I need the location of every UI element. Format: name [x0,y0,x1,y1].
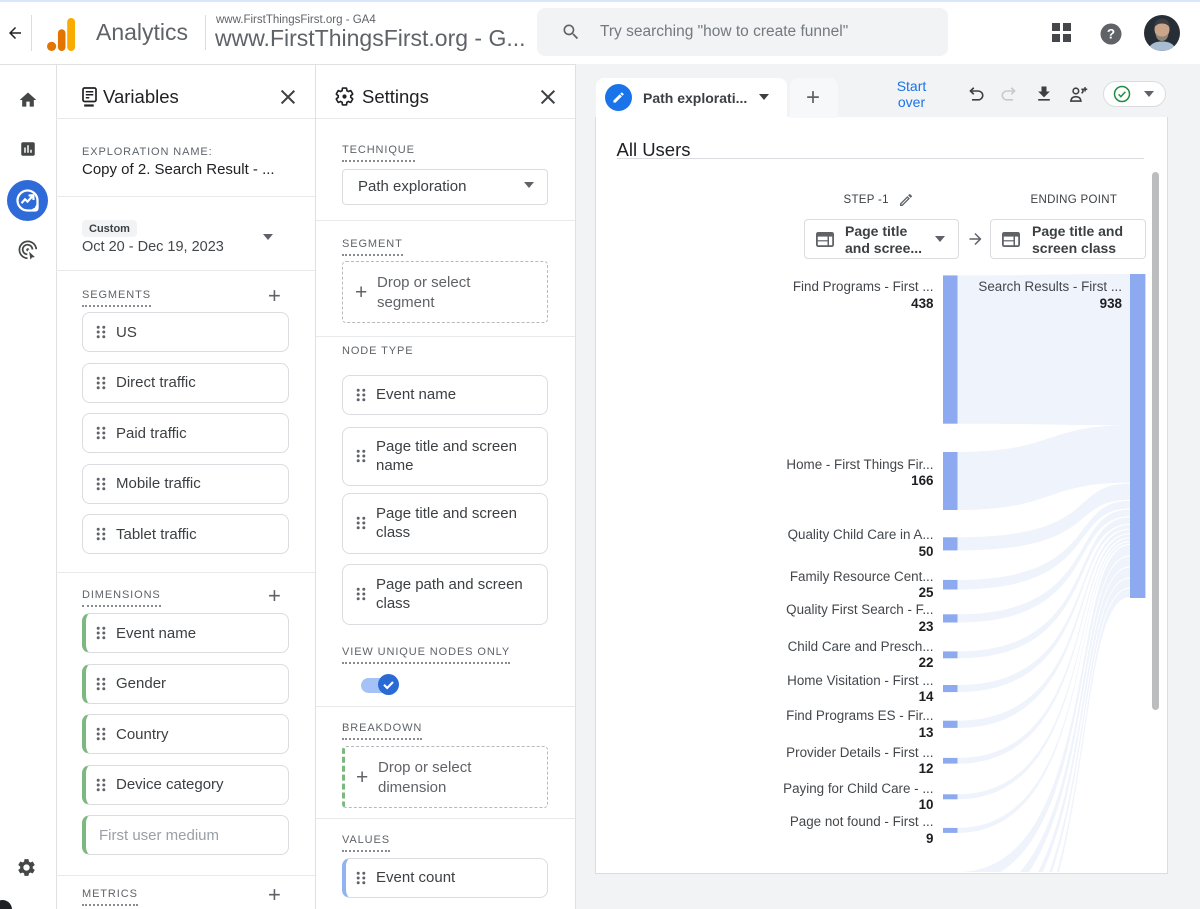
svg-text:?: ? [1107,27,1115,42]
